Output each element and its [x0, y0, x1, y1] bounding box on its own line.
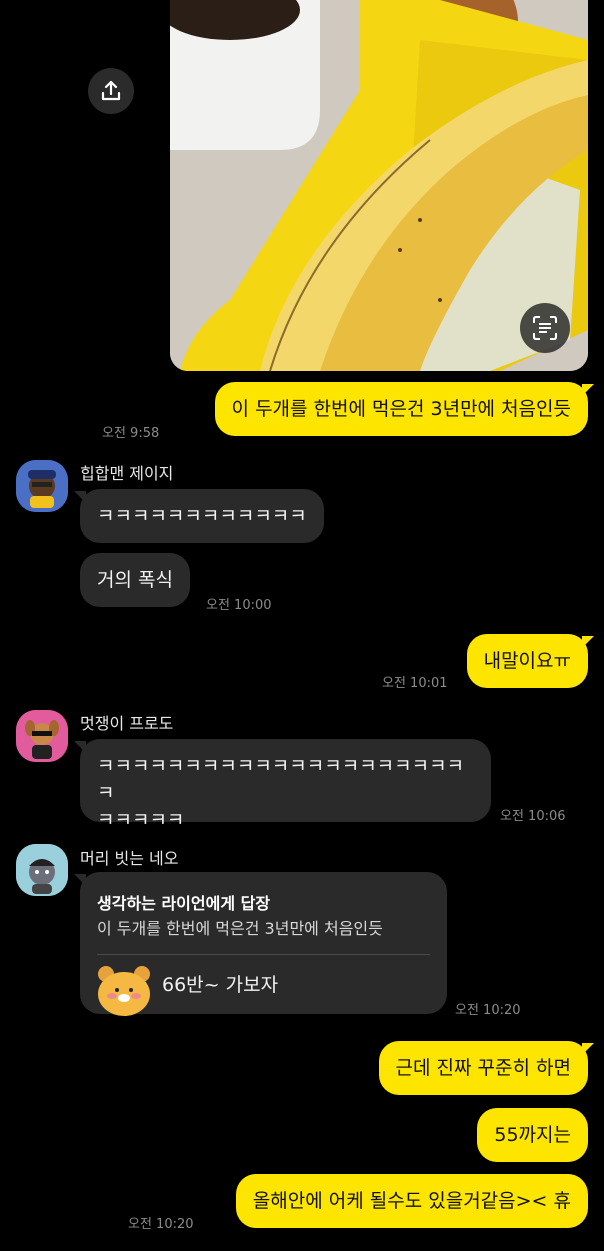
ryan-emoticon-icon [98, 966, 150, 1016]
avatar-frodo[interactable] [16, 710, 68, 762]
my-message-bubble[interactable]: 이 두개를 한번에 먹은건 3년만에 처음인듯 [214, 382, 595, 436]
share-icon [101, 80, 121, 101]
cat-character-icon [16, 844, 68, 896]
sender-name: 힙합맨 제이지 [80, 464, 174, 483]
sender-name: 머리 빗는 네오 [80, 849, 179, 868]
reply-message-bubble[interactable]: 생각하는 라이언에게 답장 이 두개를 한번에 먹은건 3년만에 처음인듯 66… [74, 872, 447, 1016]
message-time: 오전 10:01 [382, 676, 448, 691]
hiphop-character-icon [16, 460, 68, 512]
my-message-bubble[interactable]: 근데 진짜 꾸준히 하면 [378, 1041, 595, 1095]
their-message-bubble[interactable]: ㅋㅋㅋㅋㅋㅋㅋㅋㅋㅋㅋㅋ [74, 489, 324, 543]
message-time: 오전 9:58 [102, 426, 160, 441]
avatar-jeiji[interactable] [16, 460, 68, 512]
my-message-bubble[interactable]: 55까지는 [477, 1108, 588, 1162]
their-message-bubble[interactable]: ㅋㅋㅋㅋㅋㅋㅋㅋㅋㅋㅋㅋㅋㅋㅋㅋㅋㅋㅋㅋㅋㅋ ㅋㅋㅋㅋㅋ [74, 739, 491, 831]
reply-text: 66반~ 가보자 [162, 974, 279, 996]
text-scan-icon [533, 316, 557, 340]
text-scan-button[interactable] [520, 303, 570, 353]
avatar-neo[interactable] [16, 844, 68, 896]
dog-character-icon [16, 710, 68, 762]
message-time: 오전 10:06 [500, 809, 566, 824]
share-button[interactable] [88, 68, 134, 114]
message-line: ㅋㅋㅋㅋㅋ [97, 809, 185, 831]
quoted-message[interactable]: 이 두개를 한번에 먹은건 3년만에 처음인듯 [97, 915, 383, 939]
my-message-bubble[interactable]: 내말이요ㅠ [466, 634, 595, 688]
sender-name: 멋쟁이 프로도 [80, 714, 174, 733]
divider [97, 954, 430, 955]
their-message-bubble[interactable]: 거의 폭식 [80, 553, 190, 607]
reply-header: 생각하는 라이언에게 답장 [97, 894, 271, 913]
message-line: ㅋㅋㅋㅋㅋㅋㅋㅋㅋㅋㅋㅋㅋㅋㅋㅋㅋㅋㅋㅋㅋㅋ [97, 755, 465, 804]
message-time: 오전 10:20 [455, 1003, 521, 1018]
message-time: 오전 10:20 [128, 1217, 194, 1232]
message-time: 오전 10:00 [206, 598, 272, 613]
my-message-bubble[interactable]: 올해안에 어케 될수도 있을거같음>< 휴 [235, 1174, 588, 1228]
